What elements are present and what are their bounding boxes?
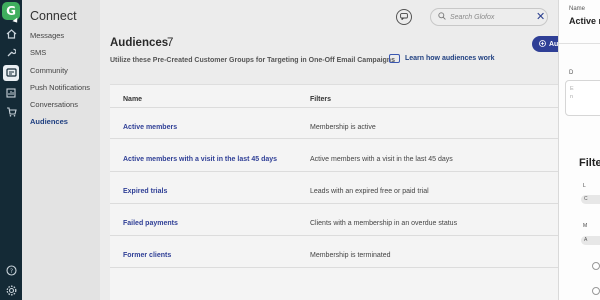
main-content: Search Glofox ✕ Audiences 7 Au Utilize t…	[100, 0, 572, 300]
row-filter: Clients with a membership in an overdue …	[310, 220, 458, 227]
learn-link[interactable]: Learn how audiences work	[389, 54, 494, 63]
learn-link-label: Learn how audiences work	[405, 55, 495, 62]
page-subtitle: Utilize these Pre-Created Customer Group…	[110, 57, 395, 64]
filter-1-label: L	[583, 183, 586, 189]
connect-sidebar: Connect Messages SMS Community Push Noti…	[22, 0, 100, 300]
audience-count: 7	[167, 37, 174, 49]
connect-chat-icon[interactable]	[3, 65, 19, 81]
plus-circle-icon	[539, 39, 546, 49]
add-audience-label: Au	[549, 40, 559, 48]
sidebar-item-push-notifications[interactable]: Push Notifications	[30, 83, 90, 92]
column-header-filters: Filters	[310, 96, 332, 103]
audience-detail-drawer: Name Active m D E n Filte L C M A	[558, 0, 600, 300]
column-header-name: Name	[123, 96, 143, 103]
row-name-link[interactable]: Expired trials	[123, 188, 167, 195]
drawer-description-field[interactable]: E n	[565, 80, 600, 116]
filter-2-label: M	[583, 223, 588, 229]
mouse-cursor-icon	[12, 17, 20, 25]
drawer-filters-title: Filte	[579, 157, 600, 169]
video-icon	[389, 54, 400, 63]
drawer-divider	[559, 43, 600, 44]
row-divider	[110, 171, 560, 172]
radio-option[interactable]	[592, 262, 600, 270]
description-placeholder-2: n	[570, 94, 574, 100]
row-divider	[110, 235, 560, 236]
help-icon[interactable]: ?	[4, 263, 18, 277]
row-name-link[interactable]: Active members	[123, 124, 177, 131]
row-filter: Membership is active	[310, 124, 376, 131]
audiences-table: Name Filters Active members Membership i…	[110, 84, 560, 300]
sidebar-item-audiences[interactable]: Audiences	[30, 117, 68, 126]
cart-icon[interactable]	[4, 105, 18, 119]
sidebar-item-messages[interactable]: Messages	[30, 31, 64, 40]
svg-text:?: ?	[9, 268, 12, 275]
row-filter: Membership is terminated	[310, 252, 391, 259]
settings-icon[interactable]	[4, 283, 18, 297]
home-icon[interactable]	[4, 27, 18, 41]
reports-icon[interactable]	[4, 86, 18, 100]
wrench-icon[interactable]	[4, 46, 18, 60]
drawer-name-value: Active m	[569, 16, 600, 26]
search-bar[interactable]: Search Glofox	[430, 8, 548, 26]
row-divider	[110, 107, 560, 108]
row-name-link[interactable]: Failed payments	[123, 220, 178, 227]
filter-1-select[interactable]: C	[581, 195, 600, 204]
logo-letter: G	[6, 4, 16, 18]
search-icon	[438, 12, 446, 22]
row-filter: Leads with an expired free or paid trial	[310, 188, 429, 195]
filter-2-select[interactable]: A	[581, 236, 600, 245]
row-divider	[110, 267, 560, 268]
row-divider	[110, 203, 560, 204]
sidebar-item-sms[interactable]: SMS	[30, 48, 46, 57]
search-input[interactable]: Search Glofox	[450, 14, 494, 21]
row-divider	[110, 138, 560, 139]
filter-2-value: A	[584, 237, 588, 243]
sidebar-item-community[interactable]: Community	[30, 66, 68, 75]
description-placeholder: E	[570, 86, 574, 92]
radio-option[interactable]	[592, 287, 600, 295]
close-icon[interactable]: ✕	[536, 10, 545, 23]
row-filter: Active members with a visit in the last …	[310, 156, 453, 163]
drawer-name-label: Name	[569, 6, 586, 12]
icon-rail: G ?	[0, 0, 22, 300]
row-name-link[interactable]: Active members with a visit in the last …	[123, 156, 277, 163]
drawer-description-label: D	[569, 70, 574, 76]
sidebar-title: Connect	[30, 9, 77, 23]
chat-bubble-icon	[400, 12, 408, 22]
row-name-link[interactable]: Former clients	[123, 252, 171, 259]
chat-button[interactable]	[396, 9, 412, 25]
page-title: Audiences	[110, 37, 169, 49]
sidebar-item-conversations[interactable]: Conversations	[30, 100, 78, 109]
filter-1-value: C	[584, 196, 588, 202]
